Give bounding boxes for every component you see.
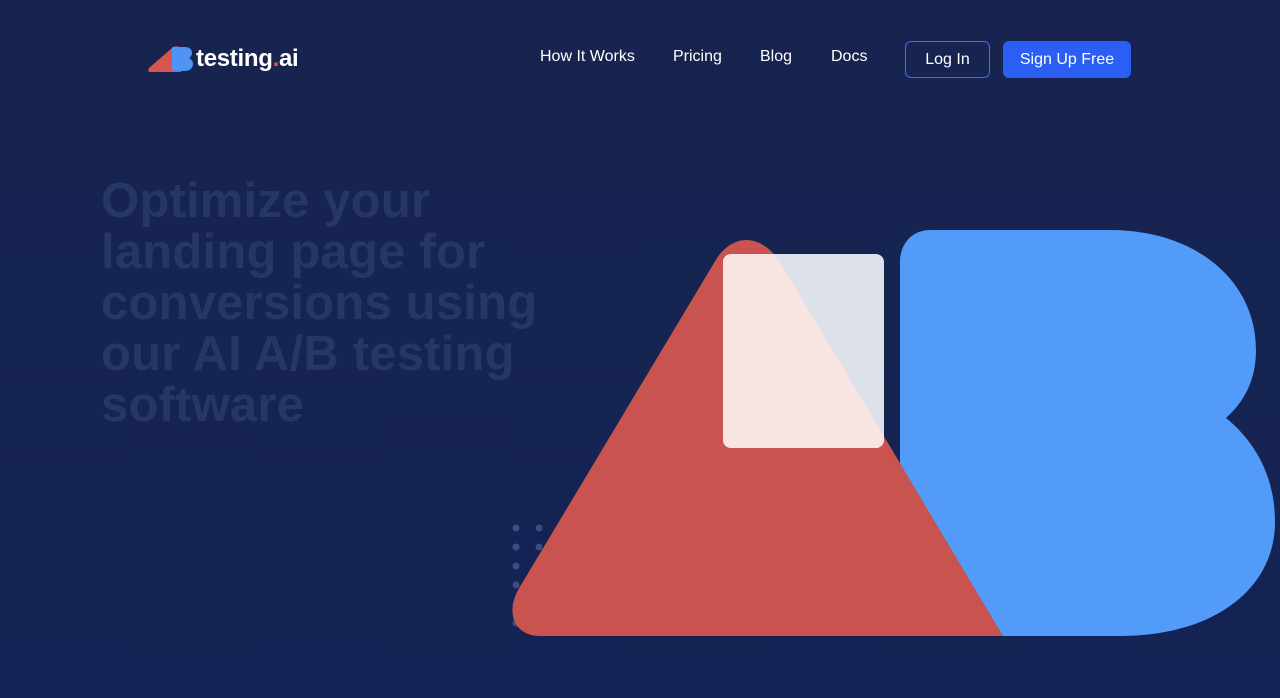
brand-logo[interactable]: testing.ai	[148, 45, 299, 73]
brand-name: testing.ai	[196, 45, 299, 72]
login-button[interactable]: Log In	[905, 41, 990, 78]
nav-link-blog[interactable]: Blog	[760, 47, 792, 67]
nav-link-pricing[interactable]: Pricing	[673, 47, 722, 67]
nav-link-how-it-works[interactable]: How It Works	[540, 47, 635, 67]
hero-headline: Optimize your landing page for conversio…	[101, 174, 538, 432]
nav-link-docs[interactable]: Docs	[831, 47, 867, 67]
landing-page: testing.ai How It Works Pricing Blog Doc…	[0, 0, 1280, 698]
signup-button[interactable]: Sign Up Free	[1003, 41, 1131, 78]
ab-shapes-illustration	[512, 230, 1275, 636]
ab-logo-icon	[148, 46, 193, 72]
